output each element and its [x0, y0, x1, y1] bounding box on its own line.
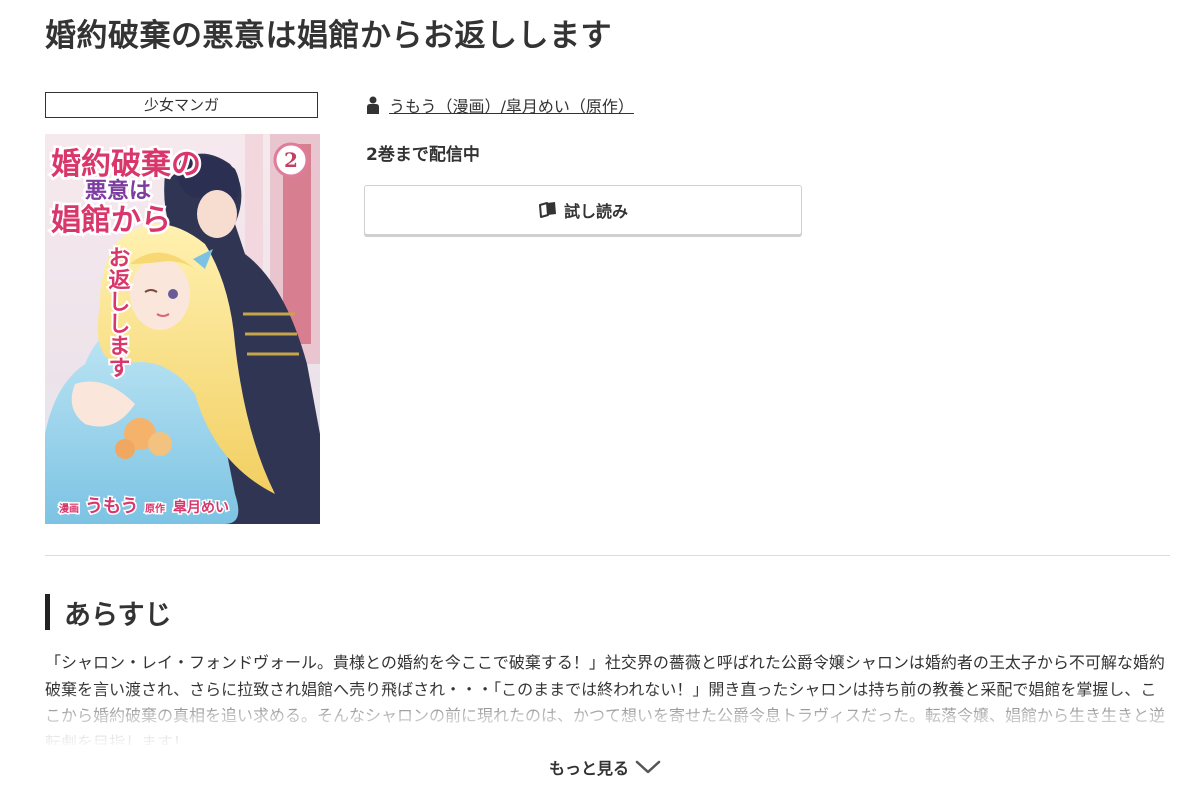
- cover-credit-original: 皐月めい: [173, 499, 229, 516]
- volume-status: 2巻まで配信中: [366, 145, 480, 165]
- trial-read-button[interactable]: 試し読み: [364, 185, 802, 235]
- cover-credit-manga: うもう: [85, 496, 138, 517]
- author-line: うもう（漫画）/皐月めい（原作）: [367, 93, 634, 117]
- cover-title-line-1: 婚約破棄の: [51, 147, 201, 182]
- synopsis-fade-overlay: [45, 690, 1170, 750]
- chevron-down-icon: [635, 760, 661, 774]
- heading-accent-bar: [45, 594, 50, 630]
- cover-image[interactable]: 2 婚約破棄の 悪意は 娼館から お返しします 漫画 うもう 原作 皐月めい: [45, 134, 320, 524]
- synopsis-heading: あらすじ: [45, 594, 172, 631]
- cover-title-line-3: 娼館から: [51, 203, 171, 238]
- genre-tag[interactable]: 少女マンガ: [45, 92, 318, 118]
- cover-volume-number: 2: [284, 148, 298, 172]
- author-link[interactable]: うもう（漫画）/皐月めい（原作）: [389, 93, 634, 117]
- open-book-icon: [538, 202, 556, 218]
- cover-credit-original-label: 原作: [145, 502, 165, 515]
- person-icon: [367, 96, 379, 114]
- cover-title-line-4: お返しします: [105, 246, 131, 378]
- cover-title-line-2: 悪意は: [85, 178, 151, 204]
- cover-credit-manga-label: 漫画: [59, 503, 79, 515]
- synopsis-heading-text: あらすじ: [64, 599, 172, 631]
- trial-read-label: 試し読み: [563, 202, 628, 221]
- show-more-label: もっと見る: [549, 759, 630, 778]
- page-title: 婚約破棄の悪意は娼館からお返しします: [45, 18, 612, 54]
- section-divider: [45, 555, 1170, 556]
- show-more-button[interactable]: もっと見る: [549, 755, 661, 779]
